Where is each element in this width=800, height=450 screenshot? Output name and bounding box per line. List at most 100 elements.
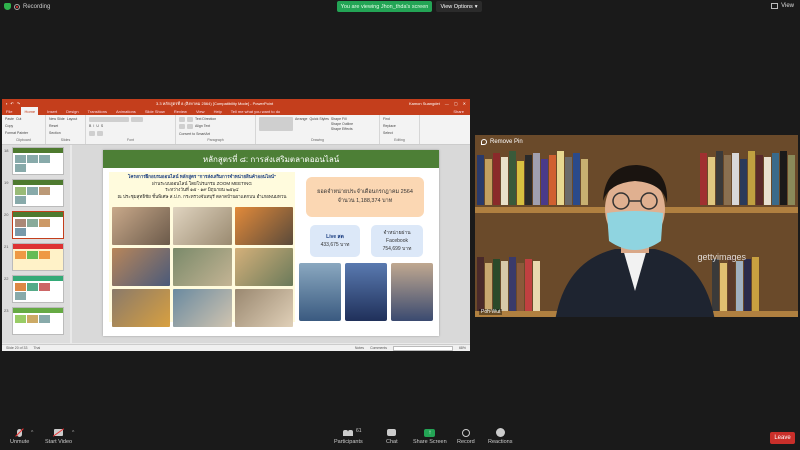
shapes-gallery[interactable] (259, 117, 293, 131)
thumb-number: 19 (4, 180, 9, 185)
redo-icon[interactable]: ↷ (17, 101, 20, 106)
record-button[interactable]: Record (457, 428, 475, 445)
remove-pin-button[interactable]: Remove Pin (481, 139, 523, 145)
shape-effects-button[interactable]: Shape Effects (331, 127, 353, 131)
new-slide-button[interactable]: New Slide (49, 117, 65, 121)
arrange-button[interactable]: Arrange (295, 117, 307, 131)
slide-canvas[interactable]: หลักสูตรที่ ๘: การส่งเสริมตลาดออนไลน์ โค… (72, 145, 470, 343)
unmute-button[interactable]: Unmute (10, 428, 29, 445)
underline-button[interactable]: U (96, 124, 99, 128)
zoom-slider[interactable] (392, 345, 453, 351)
tab-insert[interactable]: Insert (47, 109, 57, 114)
slide-thumbnail[interactable] (12, 179, 64, 207)
shared-powerpoint-window: ▪ ↶ ↷ 3.3 หลักสูตรที่ 8 (สิงหาคม 2564) [… (2, 99, 470, 351)
current-slide[interactable]: หลักสูตรที่ ๘: การส่งเสริมตลาดออนไลน์ โค… (103, 150, 439, 336)
font-name-dropdown[interactable] (89, 117, 129, 122)
security-shield-icon[interactable] (4, 3, 11, 10)
tab-view[interactable]: View (196, 109, 205, 114)
tab-file[interactable]: File (6, 109, 12, 114)
reactions-button[interactable]: Reactions (488, 428, 512, 445)
bullets-button[interactable] (179, 117, 185, 122)
copy-button[interactable]: Copy (5, 124, 13, 128)
shape-outline-button[interactable]: Shape Outline (331, 122, 353, 126)
select-button[interactable]: Select (383, 131, 393, 135)
align-left-button[interactable] (179, 124, 185, 130)
bold-button[interactable]: B (89, 124, 91, 128)
pin-icon (481, 139, 487, 145)
share-screen-label: Share Screen (413, 439, 447, 445)
record-icon (461, 428, 470, 437)
quick-styles-button[interactable]: Quick Styles (309, 117, 328, 131)
live-sales-title: Live สด (326, 234, 344, 240)
section-button[interactable]: Section (49, 131, 61, 135)
language-indicator: Thai (33, 346, 41, 350)
close-icon[interactable]: ✕ (463, 101, 466, 106)
view-options-button[interactable]: View Options ▾ (436, 1, 482, 12)
slide-thumbnail[interactable] (12, 307, 64, 335)
video-off-icon (54, 429, 64, 436)
tab-transitions[interactable]: Transitions (88, 109, 107, 114)
notes-button[interactable]: Notes (355, 346, 364, 350)
minimize-icon[interactable]: — (445, 101, 449, 106)
ribbon-group-clipboard: Paste Cut Copy Format Painter Clipboard (2, 115, 46, 144)
slide-thumbnail[interactable] (12, 275, 64, 303)
participant-person (555, 165, 715, 317)
start-video-button[interactable]: Start Video (45, 428, 72, 445)
thumb-number: 18 (4, 148, 9, 153)
training-info-text: โครงการฝึกอบรมออนไลน์ หลักสูตร "การส่งเส… (109, 172, 295, 200)
comments-button[interactable]: Comments (370, 346, 387, 350)
ribbon-group-paragraph: Text Direction Align Text Convert to Sma… (176, 115, 256, 144)
cut-button[interactable]: Cut (16, 117, 21, 121)
find-button[interactable]: Find (383, 117, 390, 121)
tab-slide-show[interactable]: Slide Show (145, 109, 165, 114)
reset-button[interactable]: Reset (49, 124, 58, 128)
slide-thumbnail[interactable] (12, 147, 64, 175)
slide-heading: หลักสูตรที่ ๘: การส่งเสริมตลาดออนไลน์ (103, 150, 439, 168)
slide-thumbnail[interactable] (12, 243, 64, 271)
tab-animations[interactable]: Animations (116, 109, 136, 114)
highlight-button[interactable] (97, 130, 103, 136)
tab-help[interactable]: Help (214, 109, 222, 114)
save-icon[interactable]: ▪ (6, 101, 7, 106)
zoom-level[interactable]: 68% (459, 346, 466, 350)
chat-button[interactable]: Chat (386, 428, 398, 445)
font-color-button[interactable] (89, 130, 95, 136)
convert-smartart-button[interactable]: Convert to SmartArt (179, 132, 210, 136)
paste-button[interactable]: Paste (5, 117, 14, 121)
facebook-live-photos (299, 263, 433, 321)
replace-button[interactable]: Replace (383, 124, 396, 128)
strikethrough-button[interactable]: S (101, 124, 103, 128)
center-button[interactable] (187, 124, 193, 130)
chat-label: Chat (386, 439, 398, 445)
ribbon-group-font: BIUS Font (86, 115, 176, 144)
numbering-button[interactable] (187, 117, 193, 122)
audio-options-caret[interactable]: ^ (31, 430, 33, 436)
tell-me-search[interactable]: Tell me what you want to do (231, 109, 280, 114)
font-size-dropdown[interactable] (131, 117, 143, 122)
video-options-caret[interactable]: ^ (72, 430, 74, 436)
layout-button[interactable]: Layout (67, 117, 78, 121)
undo-icon[interactable]: ↶ (10, 101, 13, 106)
participants-count: 61 (356, 428, 362, 434)
slide-thumbnail-selected[interactable] (12, 211, 64, 239)
participant-video[interactable]: Remove Pin gettyimages Poh-Wut (475, 135, 798, 317)
format-painter-button[interactable]: Format Painter (5, 131, 28, 135)
training-photo (234, 289, 293, 327)
share-screen-button[interactable]: ↑ Share Screen (413, 428, 447, 445)
facebook-sales-subtitle: Facebook (386, 238, 408, 244)
account-name[interactable]: Kamon Suangdet (409, 101, 440, 106)
view-button[interactable]: View (771, 3, 794, 9)
maximize-icon[interactable]: ▢ (454, 101, 458, 106)
tab-home[interactable]: Home (21, 107, 39, 115)
share-screen-icon: ↑ (424, 428, 436, 437)
text-direction-button[interactable]: Text Direction (195, 117, 216, 122)
shape-fill-button[interactable]: Shape Fill (331, 117, 353, 121)
italic-button[interactable]: I (93, 124, 94, 128)
share-button[interactable]: Share (453, 109, 464, 114)
tab-review[interactable]: Review (174, 109, 187, 114)
leave-button[interactable]: Leave (770, 432, 795, 444)
unmute-label: Unmute (10, 439, 30, 445)
tab-design[interactable]: Design (66, 109, 78, 114)
ribbon-group-label: Editing (394, 138, 405, 142)
align-text-button[interactable]: Align Text (195, 124, 210, 129)
